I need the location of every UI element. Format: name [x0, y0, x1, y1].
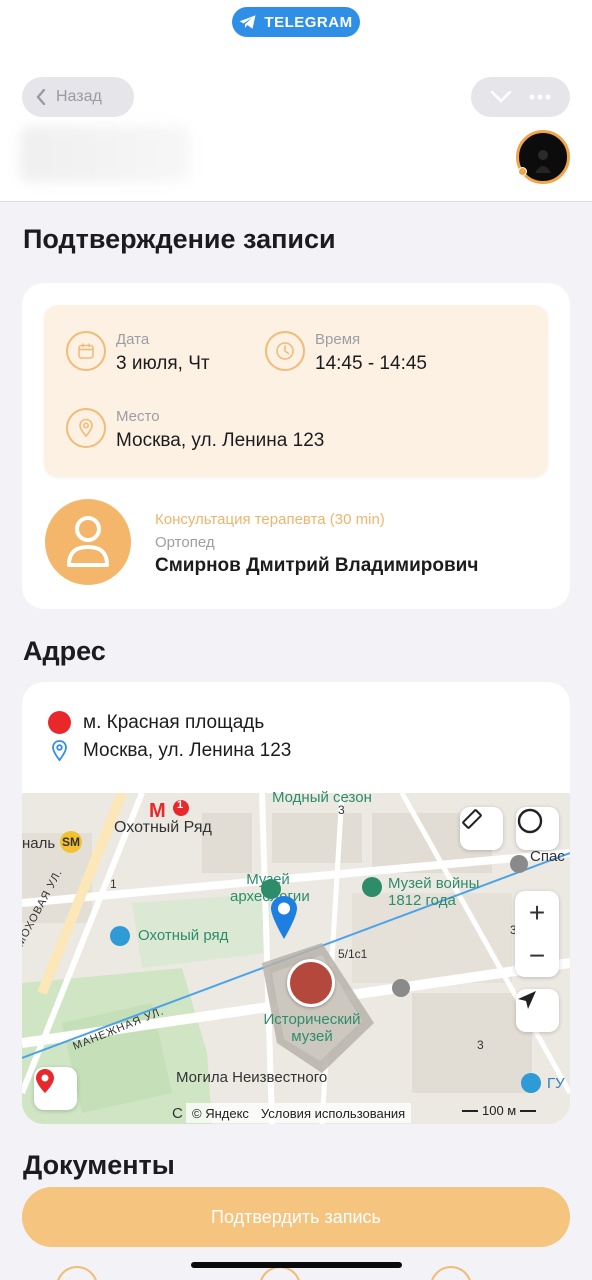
map-attribution: © Яндекс Условия использования: [186, 1103, 412, 1123]
back-button[interactable]: Назад: [22, 77, 134, 117]
doctor-specialty: Ортопед: [155, 534, 215, 551]
map-label-modny-sezon: Модный сезон: [272, 789, 372, 806]
map-pin-icon: [36, 1069, 54, 1093]
document-icon: [259, 1266, 301, 1280]
confirm-booking-button[interactable]: Подтвердить запись: [22, 1187, 570, 1247]
metro-station: м. Красная площадь: [48, 711, 264, 734]
church-icon: [392, 979, 410, 997]
map-label-okhotny-ryad-mall: Охотный ряд: [138, 927, 229, 944]
place-value: Москва, ул. Ленина 123: [116, 430, 325, 451]
map-label-kanal: наль: [22, 835, 56, 852]
shopping-icon: [521, 1073, 541, 1093]
map-label-spas: Спас: [530, 848, 565, 865]
metro-station-label: м. Красная площадь: [83, 711, 265, 733]
map-view[interactable]: M Модный сезон 1 Охотный Ряд наль SM Муз…: [22, 789, 570, 1124]
zoom-in-button[interactable]: +: [515, 891, 559, 934]
bot-avatar[interactable]: [516, 130, 570, 184]
document-icon: [430, 1266, 472, 1280]
ruler-icon: [462, 809, 482, 829]
address-card: м. Красная площадь Москва, ул. Ленина 12…: [22, 682, 570, 1124]
shop-icon: SM: [60, 831, 82, 853]
telegram-badge: TELEGRAM: [232, 7, 360, 37]
doctor-avatar: [45, 499, 131, 585]
documents-section-title: Документы: [23, 1150, 175, 1180]
map-label-historical-museum: Исторический музей: [263, 1011, 361, 1045]
navigation-arrow-icon: [518, 991, 536, 1009]
museum-photo-icon[interactable]: [287, 959, 335, 1007]
clock-icon: [265, 331, 305, 371]
appointment-info-box: Дата 3 июля, Чт Время 14:45 - 14:45 Мест…: [44, 305, 548, 477]
blurred-bot-title: [20, 126, 190, 182]
zoom-control: + −: [515, 891, 559, 977]
document-icon: [56, 1266, 98, 1280]
street-address-label: Москва, ул. Ленина 123: [83, 740, 292, 761]
location-pin-icon: [66, 408, 106, 448]
back-button-label: Назад: [56, 88, 102, 105]
map-label-house-3a: 3: [338, 803, 345, 817]
date-info: Дата 3 июля, Чт: [66, 331, 210, 375]
map-label-museum-1812: Музей войны 1812 года: [388, 875, 480, 909]
church-icon: [510, 855, 528, 873]
open-in-maps-button[interactable]: [34, 1067, 77, 1110]
more-icon[interactable]: [529, 94, 551, 100]
header-menu: [471, 77, 570, 117]
museum-icon: [362, 877, 382, 897]
place-label: Место: [116, 408, 160, 425]
time-value: 14:45 - 14:45: [315, 353, 427, 374]
address-section-title: Адрес: [23, 636, 106, 666]
street-address: Москва, ул. Ленина 123: [48, 739, 291, 763]
metro-icon: [48, 711, 71, 734]
map-label-gum: ГУ: [547, 1075, 565, 1092]
time-label: Время: [315, 331, 361, 348]
app-header: TELEGRAM Назад: [0, 0, 592, 202]
ruler-button[interactable]: [460, 807, 503, 850]
chevron-left-icon: [36, 89, 46, 105]
map-label-tomb: Могила Неизвестного: [176, 1069, 327, 1086]
home-indicator: [191, 1262, 402, 1268]
calendar-icon: [66, 331, 106, 371]
zoom-out-button[interactable]: −: [515, 934, 559, 977]
map-terms-link[interactable]: Условия использования: [261, 1106, 405, 1121]
map-label-okhotny-ryad-metro: Охотный Ряд: [114, 819, 212, 836]
place-info: Место Москва, ул. Ленина 123: [66, 408, 324, 452]
telegram-badge-label: TELEGRAM: [264, 13, 353, 31]
layers-icon: [517, 808, 543, 834]
yandex-copyright[interactable]: © Яндекс: [192, 1106, 249, 1121]
map-label-house-3b: 3: [477, 1038, 484, 1052]
online-indicator: [518, 167, 527, 176]
map-label-house-1: 1: [110, 877, 117, 891]
shopping-icon: [110, 926, 130, 946]
map-scale: 100 м: [462, 1103, 537, 1118]
my-location-button[interactable]: [516, 989, 559, 1032]
map-location-pin-icon[interactable]: [268, 893, 300, 943]
service-name: Консультация терапевта (30 min): [155, 511, 385, 528]
map-scale-label: 100 м: [482, 1103, 517, 1118]
date-value: 3 июля, Чт: [116, 353, 210, 374]
doctor-name: Смирнов Дмитрий Владимирович: [155, 555, 479, 576]
time-info: Время 14:45 - 14:45: [265, 331, 427, 375]
chevron-down-icon[interactable]: [490, 90, 512, 104]
telegram-icon: [240, 15, 256, 29]
user-icon: [67, 516, 109, 567]
map-label-house-5: 5/1с1: [338, 947, 368, 961]
appointment-card: Дата 3 июля, Чт Время 14:45 - 14:45 Мест…: [22, 283, 570, 609]
metro-line-number: 1: [177, 799, 184, 811]
page-title: Подтверждение записи: [23, 224, 336, 254]
map-label-tomb-text: Могила Неизвестного: [176, 1069, 328, 1086]
date-label: Дата: [116, 331, 150, 348]
map-label-tomb-tail: С: [172, 1105, 183, 1122]
layers-button[interactable]: [516, 807, 559, 850]
location-pin-icon: [52, 740, 67, 762]
